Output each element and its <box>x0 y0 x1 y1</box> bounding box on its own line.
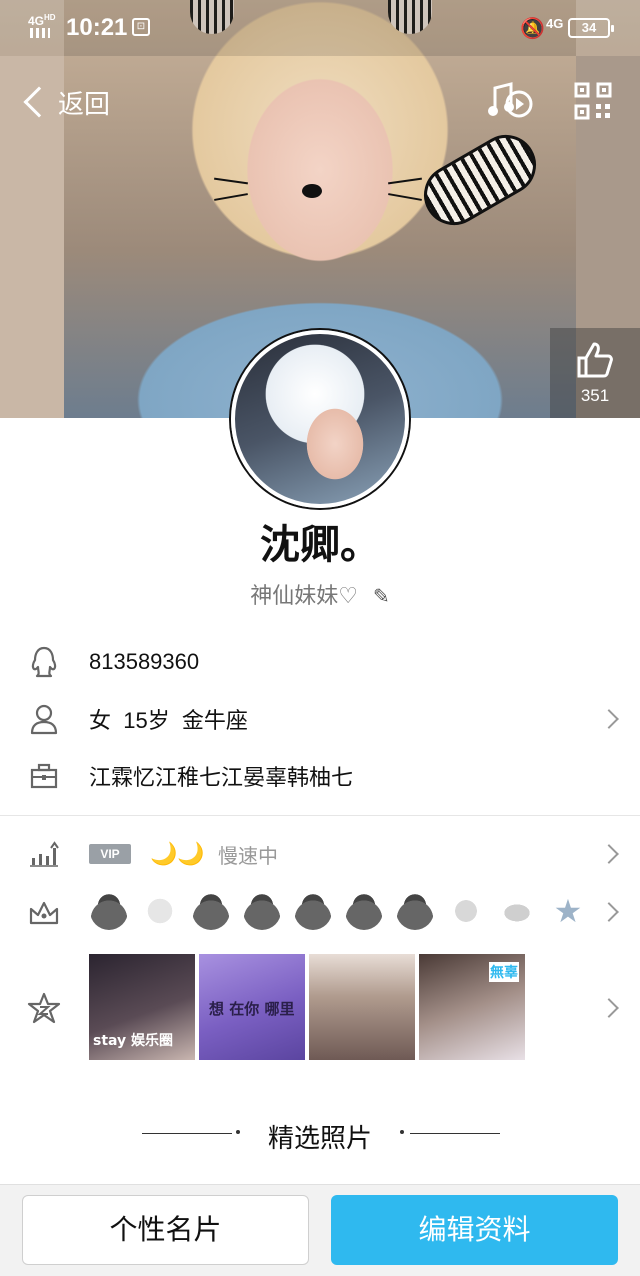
medals-row[interactable]: ★ <box>0 884 640 940</box>
back-label: 返回 <box>58 89 111 120</box>
clock: 10:21 <box>66 14 128 41</box>
status-bar: 4GHD 10:21 ⊡ 🔕 4G 34 <box>0 0 640 56</box>
chevron-right-icon <box>599 844 619 864</box>
penguin-green-medal-icon <box>243 892 281 930</box>
penguin-green-medal-icon <box>192 892 230 930</box>
thumbnail-caption: 想 在你 哪里 <box>209 1000 295 1018</box>
qq-number: 813589360 <box>89 649 200 674</box>
mute-bell-icon: 🔕 <box>520 18 545 40</box>
medal-list: ★ <box>90 892 587 930</box>
vip-badge: VIP <box>89 844 131 864</box>
qr-code-button[interactable] <box>574 82 612 120</box>
thumbnail-caption: stay 娱乐圈 <box>93 1033 174 1049</box>
thumbnail-caption: 無辜 <box>489 962 519 982</box>
briefcase-icon <box>26 758 62 794</box>
title-dot-right <box>400 1130 404 1134</box>
battery-icon: 34 <box>568 18 614 38</box>
cat-nose-sticker <box>302 184 322 198</box>
thumbs-up-icon <box>577 342 613 378</box>
chevron-left-icon <box>23 86 55 118</box>
cloud-v-medal-icon <box>498 892 536 930</box>
level-chart-icon <box>26 836 62 872</box>
featured-photos-title: 精选照片 <box>267 1124 372 1154</box>
penguin-crown-medal-icon <box>396 892 434 930</box>
title-line-right <box>410 1133 500 1134</box>
personal-card-button[interactable]: 个性名片 <box>22 1195 309 1265</box>
penguin-fish-medal-icon <box>294 892 332 930</box>
back-button[interactable]: 返回 <box>18 80 110 124</box>
chevron-right-icon <box>599 902 619 922</box>
section-divider <box>0 815 640 816</box>
edit-pencil-icon[interactable]: ✎ <box>373 584 390 608</box>
company-text: 江霖忆江稚七江晏辜韩柚七 <box>89 765 354 790</box>
screenshot-icon: ⊡ <box>132 18 150 36</box>
gender-age-zodiac: 女 15岁 金牛座 <box>89 708 248 733</box>
thumbnail-4[interactable]: 無辜 <box>419 954 525 1060</box>
thumbnail-3[interactable] <box>309 954 415 1060</box>
qr-code-icon <box>574 82 612 120</box>
vip-row[interactable]: VIP 🌙🌙 慢速中 <box>0 826 640 882</box>
music-note-icon <box>488 82 533 118</box>
like-button[interactable]: 351 <box>550 328 640 418</box>
avatar[interactable] <box>231 330 409 508</box>
nickname: 沈卿。 <box>260 522 380 568</box>
thumbnail-2[interactable]: 想 在你 哪里 <box>199 954 305 1060</box>
music-button[interactable] <box>487 80 533 124</box>
star-medal-icon: ★ <box>553 892 583 930</box>
moon-level-icon: 🌙🌙 <box>150 841 205 867</box>
company-row: 江霖忆江稚七江晏辜韩柚七 <box>0 748 640 804</box>
star-z-icon <box>26 990 62 1026</box>
like-count: 351 <box>580 386 610 405</box>
edit-profile-button[interactable]: 编辑资料 <box>331 1195 618 1265</box>
person-icon <box>26 701 62 737</box>
diamond-lv-medal-icon <box>141 892 179 930</box>
signal-icon <box>30 28 50 38</box>
chevron-right-icon <box>599 998 619 1018</box>
growth-speed-text: 慢速中 <box>218 843 278 868</box>
diamond-medal-icon <box>447 892 485 930</box>
crown-icon <box>26 894 62 930</box>
signature-text: 神仙妹妹♡ <box>250 584 358 609</box>
profile-basic-row[interactable]: 女 15岁 金牛座 <box>0 691 640 747</box>
penguin-pink-medal-icon <box>345 892 383 930</box>
qq-number-row: 813589360 <box>0 634 640 690</box>
network-indicator: 4GHD <box>28 13 56 28</box>
bottom-action-bar: 个性名片 编辑资料 <box>0 1184 640 1276</box>
mobile-data-icon: 4G <box>546 16 564 31</box>
penguin-outline-icon <box>26 644 62 680</box>
chevron-right-icon <box>599 709 619 729</box>
signature-row[interactable]: 神仙妹妹♡ ✎ <box>0 578 640 610</box>
penguin-medal-icon <box>90 892 128 930</box>
qzone-thumbnails: stay 娱乐圈 想 在你 哪里 無辜 <box>89 954 525 1060</box>
thumbnail-1[interactable]: stay 娱乐圈 <box>89 954 195 1060</box>
